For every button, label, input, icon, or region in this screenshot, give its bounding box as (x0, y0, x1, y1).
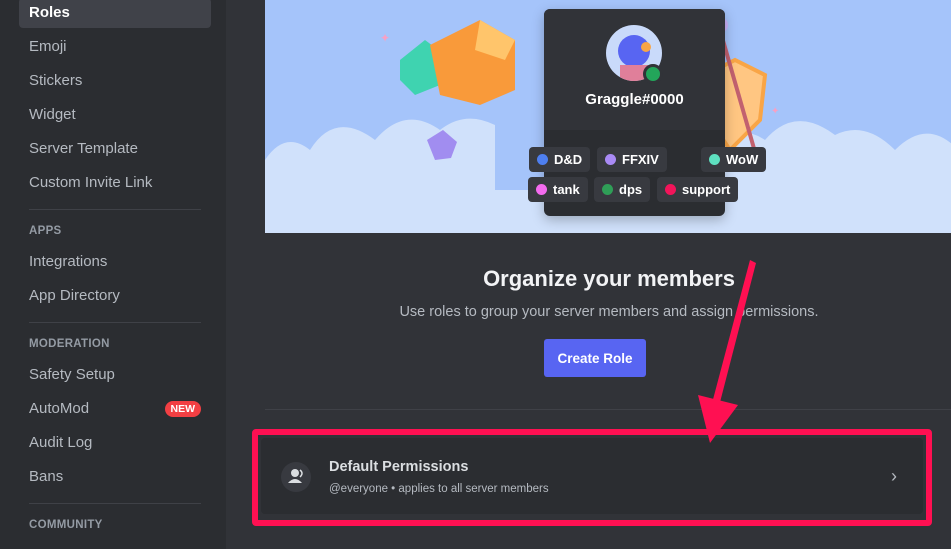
sidebar-item-roles[interactable]: Roles (19, 0, 211, 28)
section-community: COMMUNITY (29, 519, 103, 531)
svg-text:✦: ✦ (380, 31, 390, 45)
sidebar-item-bans[interactable]: Bans (19, 462, 211, 492)
role-chip: D&D (529, 147, 591, 172)
roles-main-panel: ✦ ✦ Graggle#0000 D&D FFXIV WoW tank dps … (226, 0, 951, 549)
role-color-dot (605, 154, 616, 165)
profile-card: Graggle#0000 D&D FFXIV WoW tank dps supp… (528, 9, 767, 216)
role-label: WoW (726, 152, 759, 167)
sidebar-item-audit-log[interactable]: Audit Log (19, 428, 211, 458)
role-chip: WoW (701, 147, 767, 172)
sidebar-item-stickers[interactable]: Stickers (19, 66, 211, 96)
role-label: dps (619, 182, 643, 197)
online-status-icon (643, 64, 663, 84)
new-badge: NEW (164, 401, 201, 417)
sidebar-item-widget[interactable]: Widget (19, 100, 211, 130)
sidebar-divider (29, 209, 201, 210)
sidebar-item-app-directory[interactable]: App Directory (19, 281, 211, 311)
sidebar-item-custom-invite-link[interactable]: Custom Invite Link (19, 168, 211, 198)
role-color-dot (536, 184, 547, 195)
role-label: FFXIV (622, 152, 659, 167)
sidebar-divider (29, 503, 201, 504)
roles-hero-illustration: ✦ ✦ Graggle#0000 D&D FFXIV WoW tank dps … (265, 0, 951, 233)
role-chip: support (657, 177, 739, 202)
page-description: Use roles to group your server members a… (399, 304, 819, 320)
role-color-dot (602, 184, 613, 195)
sidebar-item-safety-setup[interactable]: Safety Setup (19, 360, 211, 390)
page-title: Organize your members (483, 266, 735, 291)
annotation-highlight-box (252, 429, 932, 526)
sidebar-item-label: AutoMod (29, 400, 90, 417)
username: Graggle#0000 (585, 91, 684, 108)
section-apps: APPS (29, 225, 62, 237)
role-color-dot (709, 154, 720, 165)
annotation-arrow-icon (698, 260, 756, 443)
sidebar-item-integrations[interactable]: Integrations (19, 247, 211, 277)
sidebar-item-server-template[interactable]: Server Template (19, 134, 211, 164)
role-color-dot (537, 154, 548, 165)
role-label: support (682, 182, 731, 197)
settings-sidebar: Roles Emoji Stickers Widget Server Templ… (0, 0, 226, 549)
role-color-dot (665, 184, 676, 195)
divider (265, 409, 951, 410)
sidebar-divider (29, 322, 201, 323)
sidebar-item-emoji[interactable]: Emoji (19, 32, 211, 62)
create-role-button[interactable]: Create Role (544, 339, 646, 377)
role-chip: tank (528, 177, 588, 202)
role-label: D&D (554, 152, 583, 167)
svg-text:✦: ✦ (771, 106, 779, 117)
sidebar-item-automod[interactable]: AutoMod NEW (19, 394, 211, 424)
role-chip: FFXIV (597, 147, 667, 172)
role-chip: dps (594, 177, 651, 202)
role-label: tank (553, 182, 580, 197)
section-moderation: MODERATION (29, 338, 110, 350)
